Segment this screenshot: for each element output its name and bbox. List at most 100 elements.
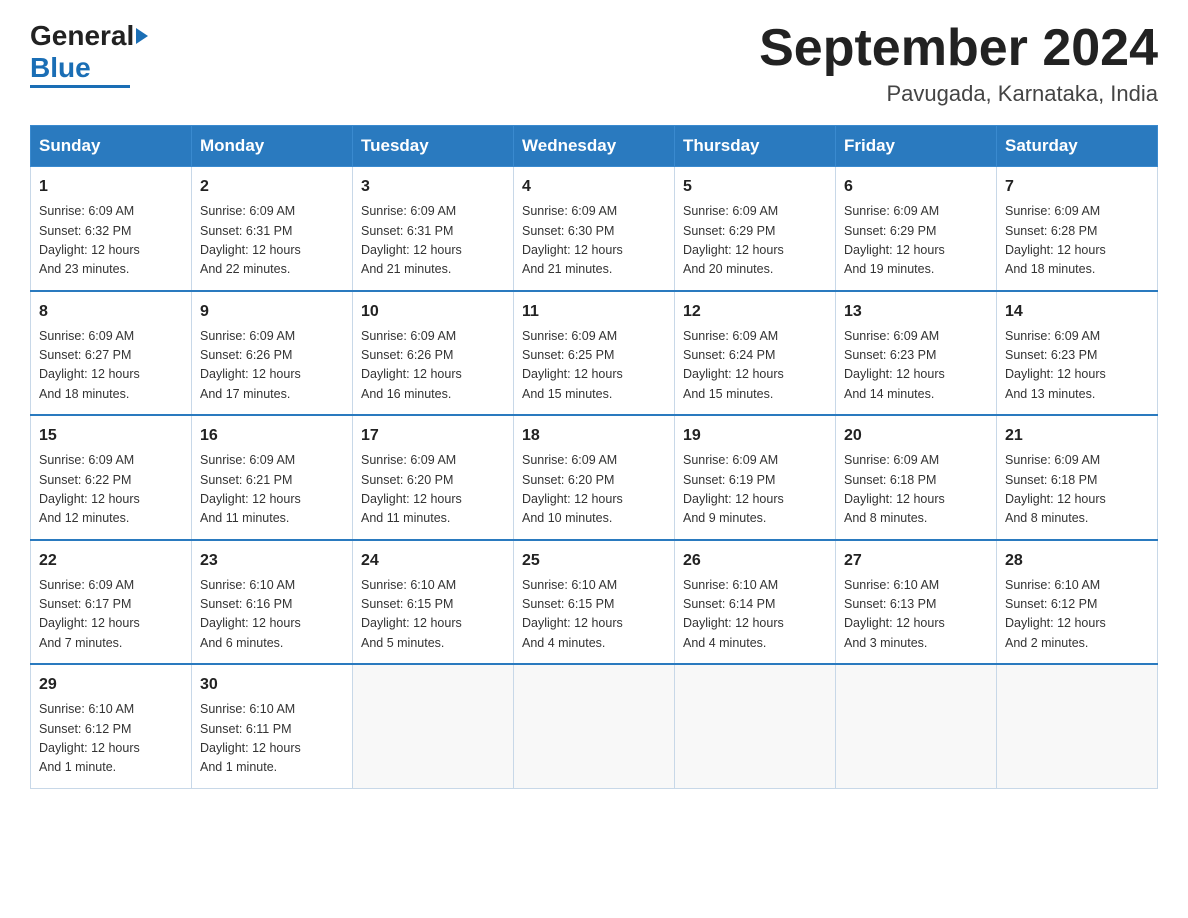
weekday-header-wednesday: Wednesday — [514, 126, 675, 167]
day-number: 10 — [361, 300, 505, 324]
calendar-cell: 2 Sunrise: 6:09 AMSunset: 6:31 PMDaylight… — [192, 167, 353, 291]
calendar-week-row: 15 Sunrise: 6:09 AMSunset: 6:22 PMDayligh… — [31, 415, 1158, 540]
calendar-cell: 6 Sunrise: 6:09 AMSunset: 6:29 PMDaylight… — [836, 167, 997, 291]
calendar-cell: 16 Sunrise: 6:09 AMSunset: 6:21 PMDayligh… — [192, 415, 353, 540]
day-number: 26 — [683, 549, 827, 573]
calendar-cell: 8 Sunrise: 6:09 AMSunset: 6:27 PMDaylight… — [31, 291, 192, 416]
day-number: 15 — [39, 424, 183, 448]
logo-blue-text: Blue — [30, 52, 91, 84]
day-number: 4 — [522, 175, 666, 199]
calendar-title: September 2024 — [759, 20, 1158, 77]
day-number: 11 — [522, 300, 666, 324]
calendar-cell: 27 Sunrise: 6:10 AMSunset: 6:13 PMDayligh… — [836, 540, 997, 665]
day-number: 27 — [844, 549, 988, 573]
day-number: 22 — [39, 549, 183, 573]
day-info: Sunrise: 6:09 AMSunset: 6:31 PMDaylight:… — [361, 202, 505, 280]
day-number: 21 — [1005, 424, 1149, 448]
day-info: Sunrise: 6:09 AMSunset: 6:29 PMDaylight:… — [683, 202, 827, 280]
logo-underline — [30, 85, 130, 88]
day-info: Sunrise: 6:10 AMSunset: 6:11 PMDaylight:… — [200, 700, 344, 778]
day-number: 16 — [200, 424, 344, 448]
weekday-header-monday: Monday — [192, 126, 353, 167]
day-info: Sunrise: 6:09 AMSunset: 6:22 PMDaylight:… — [39, 451, 183, 529]
calendar-week-row: 1 Sunrise: 6:09 AMSunset: 6:32 PMDaylight… — [31, 167, 1158, 291]
calendar-table: SundayMondayTuesdayWednesdayThursdayFrid… — [30, 125, 1158, 789]
day-number: 19 — [683, 424, 827, 448]
day-info: Sunrise: 6:10 AMSunset: 6:13 PMDaylight:… — [844, 576, 988, 654]
day-info: Sunrise: 6:09 AMSunset: 6:27 PMDaylight:… — [39, 327, 183, 405]
calendar-cell: 10 Sunrise: 6:09 AMSunset: 6:26 PMDayligh… — [353, 291, 514, 416]
day-info: Sunrise: 6:09 AMSunset: 6:28 PMDaylight:… — [1005, 202, 1149, 280]
day-number: 20 — [844, 424, 988, 448]
day-number: 7 — [1005, 175, 1149, 199]
calendar-cell — [675, 664, 836, 788]
day-number: 3 — [361, 175, 505, 199]
calendar-week-row: 8 Sunrise: 6:09 AMSunset: 6:27 PMDaylight… — [31, 291, 1158, 416]
calendar-cell: 29Sunrise: 6:10 AMSunset: 6:12 PMDayligh… — [31, 664, 192, 788]
calendar-cell: 26 Sunrise: 6:10 AMSunset: 6:14 PMDayligh… — [675, 540, 836, 665]
day-number: 30 — [200, 673, 344, 697]
calendar-cell: 7 Sunrise: 6:09 AMSunset: 6:28 PMDaylight… — [997, 167, 1158, 291]
day-info: Sunrise: 6:10 AMSunset: 6:15 PMDaylight:… — [522, 576, 666, 654]
day-number: 12 — [683, 300, 827, 324]
calendar-cell: 19 Sunrise: 6:09 AMSunset: 6:19 PMDayligh… — [675, 415, 836, 540]
calendar-cell: 20 Sunrise: 6:09 AMSunset: 6:18 PMDayligh… — [836, 415, 997, 540]
calendar-week-row: 22Sunrise: 6:09 AMSunset: 6:17 PMDayligh… — [31, 540, 1158, 665]
day-number: 6 — [844, 175, 988, 199]
day-info: Sunrise: 6:10 AMSunset: 6:15 PMDaylight:… — [361, 576, 505, 654]
weekday-header-sunday: Sunday — [31, 126, 192, 167]
day-info: Sunrise: 6:09 AMSunset: 6:19 PMDaylight:… — [683, 451, 827, 529]
calendar-cell: 5Sunrise: 6:09 AMSunset: 6:29 PMDaylight… — [675, 167, 836, 291]
day-info: Sunrise: 6:09 AMSunset: 6:30 PMDaylight:… — [522, 202, 666, 280]
calendar-cell — [514, 664, 675, 788]
day-number: 2 — [200, 175, 344, 199]
day-info: Sunrise: 6:09 AMSunset: 6:26 PMDaylight:… — [361, 327, 505, 405]
calendar-cell: 9 Sunrise: 6:09 AMSunset: 6:26 PMDaylight… — [192, 291, 353, 416]
weekday-header-tuesday: Tuesday — [353, 126, 514, 167]
header-right: September 2024 Pavugada, Karnataka, Indi… — [759, 20, 1158, 107]
calendar-cell: 22Sunrise: 6:09 AMSunset: 6:17 PMDayligh… — [31, 540, 192, 665]
day-info: Sunrise: 6:09 AMSunset: 6:29 PMDaylight:… — [844, 202, 988, 280]
day-info: Sunrise: 6:09 AMSunset: 6:32 PMDaylight:… — [39, 202, 183, 280]
day-info: Sunrise: 6:09 AMSunset: 6:18 PMDaylight:… — [844, 451, 988, 529]
calendar-cell: 21Sunrise: 6:09 AMSunset: 6:18 PMDayligh… — [997, 415, 1158, 540]
day-number: 8 — [39, 300, 183, 324]
calendar-cell — [353, 664, 514, 788]
weekday-header-thursday: Thursday — [675, 126, 836, 167]
day-info: Sunrise: 6:09 AMSunset: 6:23 PMDaylight:… — [1005, 327, 1149, 405]
weekday-header-friday: Friday — [836, 126, 997, 167]
calendar-cell: 28 Sunrise: 6:10 AMSunset: 6:12 PMDayligh… — [997, 540, 1158, 665]
day-info: Sunrise: 6:09 AMSunset: 6:20 PMDaylight:… — [361, 451, 505, 529]
logo-flag-icon — [136, 28, 148, 44]
day-info: Sunrise: 6:09 AMSunset: 6:20 PMDaylight:… — [522, 451, 666, 529]
calendar-cell: 24 Sunrise: 6:10 AMSunset: 6:15 PMDayligh… — [353, 540, 514, 665]
day-info: Sunrise: 6:09 AMSunset: 6:24 PMDaylight:… — [683, 327, 827, 405]
day-info: Sunrise: 6:09 AMSunset: 6:23 PMDaylight:… — [844, 327, 988, 405]
day-number: 23 — [200, 549, 344, 573]
calendar-cell — [997, 664, 1158, 788]
calendar-cell: 23Sunrise: 6:10 AMSunset: 6:16 PMDayligh… — [192, 540, 353, 665]
day-number: 14 — [1005, 300, 1149, 324]
day-number: 1 — [39, 175, 183, 199]
day-info: Sunrise: 6:10 AMSunset: 6:14 PMDaylight:… — [683, 576, 827, 654]
day-number: 25 — [522, 549, 666, 573]
calendar-header-row: SundayMondayTuesdayWednesdayThursdayFrid… — [31, 126, 1158, 167]
calendar-cell: 30 Sunrise: 6:10 AMSunset: 6:11 PMDayligh… — [192, 664, 353, 788]
calendar-cell: 13Sunrise: 6:09 AMSunset: 6:23 PMDayligh… — [836, 291, 997, 416]
calendar-cell: 17 Sunrise: 6:09 AMSunset: 6:20 PMDayligh… — [353, 415, 514, 540]
day-number: 24 — [361, 549, 505, 573]
calendar-subtitle: Pavugada, Karnataka, India — [759, 81, 1158, 107]
day-number: 9 — [200, 300, 344, 324]
day-number: 28 — [1005, 549, 1149, 573]
day-number: 17 — [361, 424, 505, 448]
day-number: 29 — [39, 673, 183, 697]
calendar-cell: 18 Sunrise: 6:09 AMSunset: 6:20 PMDayligh… — [514, 415, 675, 540]
calendar-cell: 1 Sunrise: 6:09 AMSunset: 6:32 PMDaylight… — [31, 167, 192, 291]
day-info: Sunrise: 6:09 AMSunset: 6:26 PMDaylight:… — [200, 327, 344, 405]
day-info: Sunrise: 6:09 AMSunset: 6:31 PMDaylight:… — [200, 202, 344, 280]
day-info: Sunrise: 6:10 AMSunset: 6:12 PMDaylight:… — [1005, 576, 1149, 654]
calendar-cell: 12 Sunrise: 6:09 AMSunset: 6:24 PMDayligh… — [675, 291, 836, 416]
logo-general-text: General — [30, 20, 134, 52]
day-number: 18 — [522, 424, 666, 448]
day-info: Sunrise: 6:09 AMSunset: 6:21 PMDaylight:… — [200, 451, 344, 529]
